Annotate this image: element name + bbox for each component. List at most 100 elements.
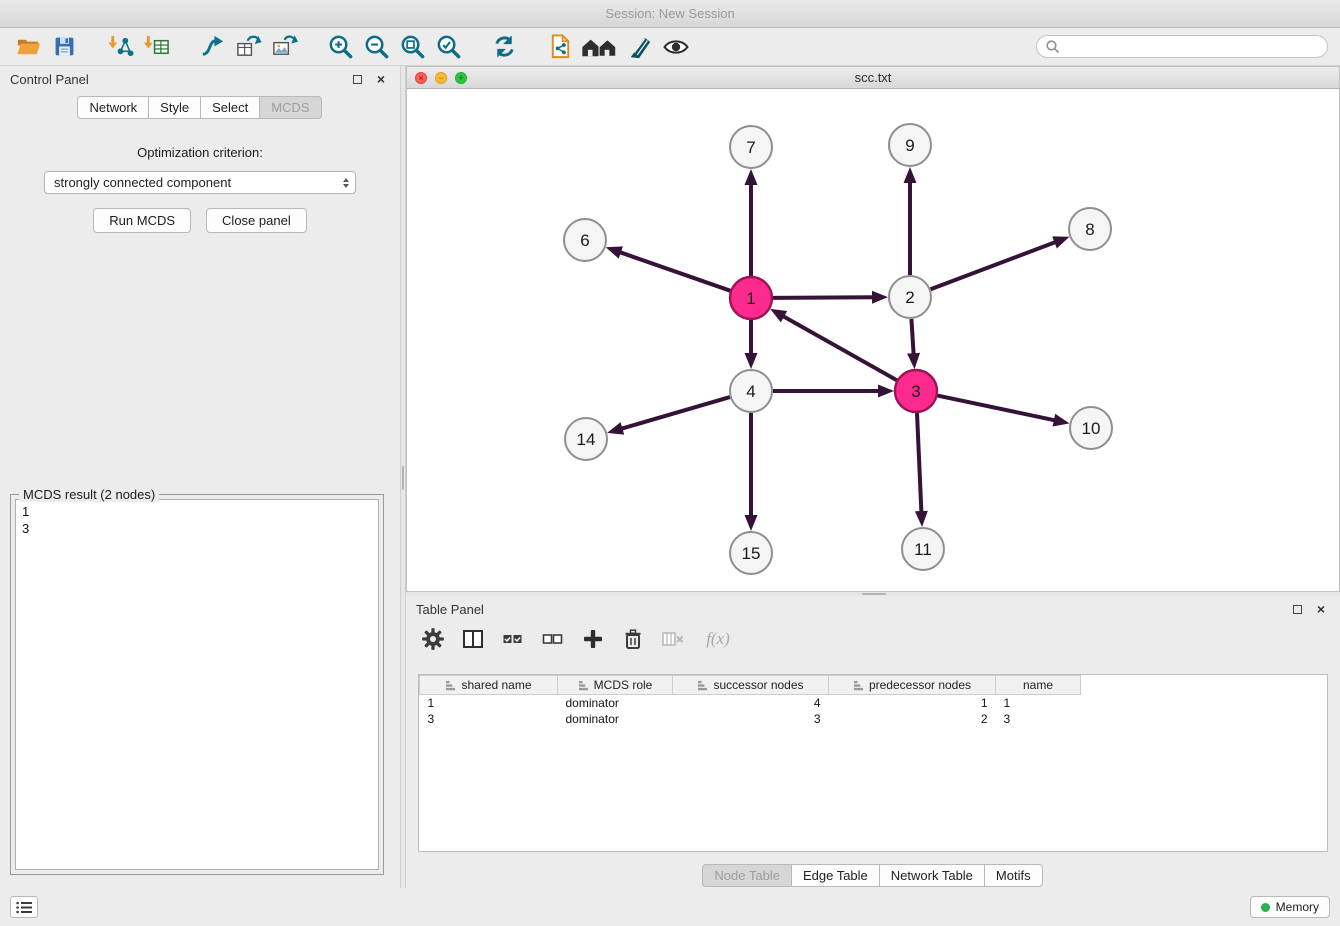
mcds-result-line: 3	[22, 520, 372, 537]
window-title: Session: New Session	[605, 6, 734, 21]
close-table-panel-button[interactable]: ×	[1312, 600, 1330, 618]
graph-node[interactable]: 10	[1070, 407, 1112, 449]
graph-edge[interactable]	[783, 316, 897, 380]
refresh-view-button[interactable]	[486, 31, 522, 63]
unselect-all-button[interactable]	[538, 624, 568, 654]
graph-node[interactable]: 3	[895, 370, 937, 412]
close-window-button[interactable]: ×	[415, 72, 427, 84]
zoom-in-button[interactable]	[322, 31, 358, 63]
graph-node[interactable]: 15	[730, 532, 772, 574]
import-network-button[interactable]	[102, 31, 138, 63]
open-file-button[interactable]	[10, 31, 46, 63]
select-all-button[interactable]	[498, 624, 528, 654]
show-hide-graphics-button[interactable]	[658, 31, 694, 63]
sort-icon	[697, 680, 708, 691]
table-panel-header: Table Panel ×	[406, 596, 1340, 622]
network-canvas[interactable]: 1 2 3 4 6 7 8 9 10 11 14 15	[407, 89, 1339, 591]
column-header-mcds-role[interactable]: MCDS role	[558, 676, 673, 695]
column-header-name[interactable]: name	[996, 676, 1081, 695]
graph-node[interactable]: 9	[889, 124, 931, 166]
delete-column-button[interactable]	[658, 624, 688, 654]
column-header-successor-nodes[interactable]: successor nodes	[673, 676, 829, 695]
graph-edge[interactable]	[620, 252, 730, 291]
tab-select[interactable]: Select	[200, 96, 260, 119]
table-settings-button[interactable]	[418, 624, 448, 654]
close-panel-button[interactable]: ×	[372, 70, 390, 88]
close-panel-action-button[interactable]: Close panel	[206, 208, 307, 233]
node-table-container[interactable]: shared name MCDS role	[418, 674, 1328, 852]
graph-edge[interactable]	[917, 413, 921, 512]
graph-node[interactable]: 6	[564, 219, 606, 261]
columns-icon	[462, 628, 484, 650]
unchecked-boxes-icon	[542, 628, 564, 650]
network-graph[interactable]: 1 2 3 4 6 7 8 9 10 11 14 15	[407, 89, 1339, 591]
optimization-criterion-select[interactable]: strongly connected component	[44, 171, 356, 194]
memory-button[interactable]: Memory	[1250, 896, 1330, 918]
graph-edge[interactable]	[911, 319, 913, 354]
column-header-shared-name[interactable]: shared name	[420, 676, 558, 695]
network-from-arrows-button[interactable]	[194, 31, 230, 63]
svg-text:11: 11	[914, 540, 932, 559]
splitter-grip	[862, 593, 886, 595]
tab-mcds[interactable]: MCDS	[259, 96, 321, 119]
export-image-button[interactable]	[266, 31, 302, 63]
network-view-window: × − + scc.txt 1 2 3 4 6 7 8 9 10 11 14 15	[406, 66, 1340, 592]
maximize-window-button[interactable]: +	[455, 72, 467, 84]
control-panel-tabs: Network Style Select MCDS	[0, 96, 400, 119]
tab-network[interactable]: Network	[77, 96, 149, 119]
show-columns-button[interactable]	[458, 624, 488, 654]
main-toolbar	[0, 28, 1340, 66]
trash-icon	[622, 628, 644, 650]
graph-edge[interactable]	[938, 396, 1055, 421]
clone-network-button[interactable]	[230, 31, 266, 63]
tab-edge-table[interactable]: Edge Table	[791, 864, 880, 887]
task-history-button[interactable]	[10, 896, 38, 918]
svg-text:8: 8	[1085, 220, 1094, 239]
table-row[interactable]: 1dominator411	[420, 695, 1081, 712]
graph-node[interactable]: 2	[889, 276, 931, 318]
svg-text:15: 15	[742, 544, 761, 563]
tab-network-table[interactable]: Network Table	[879, 864, 985, 887]
export-network-button[interactable]	[542, 31, 578, 63]
list-icon	[16, 901, 32, 914]
graph-node[interactable]: 14	[565, 418, 607, 460]
save-session-button[interactable]	[46, 31, 82, 63]
tab-motifs[interactable]: Motifs	[984, 864, 1043, 887]
float-table-panel-button[interactable]	[1288, 600, 1306, 618]
add-column-button[interactable]	[578, 624, 608, 654]
import-table-button[interactable]	[138, 31, 174, 63]
zoom-selected-icon	[435, 33, 462, 60]
network-view-titlebar[interactable]: × − + scc.txt	[407, 67, 1339, 89]
graph-edge[interactable]	[931, 242, 1056, 289]
save-icon	[52, 34, 77, 59]
graph-edge[interactable]	[622, 397, 730, 429]
run-mcds-button[interactable]: Run MCDS	[93, 208, 191, 233]
graph-node[interactable]: 7	[730, 126, 772, 168]
search-field[interactable]	[1036, 35, 1328, 58]
tab-node-table[interactable]: Node Table	[702, 864, 792, 887]
table-row[interactable]: 3dominator323	[420, 711, 1081, 727]
checked-boxes-icon	[502, 628, 524, 650]
graph-node[interactable]: 8	[1069, 208, 1111, 250]
home-views-button[interactable]	[578, 31, 622, 63]
function-builder-button[interactable]: f(x)	[698, 624, 738, 654]
table-tabs: Node Table Edge Table Network Table Moti…	[406, 864, 1340, 887]
minimize-window-button[interactable]: −	[435, 72, 447, 84]
titlebar[interactable]: Session: New Session	[0, 0, 1340, 28]
graph-node[interactable]: 11	[902, 528, 944, 570]
graph-edge[interactable]	[773, 297, 873, 298]
zoom-selected-button[interactable]	[430, 31, 466, 63]
apply-style-button[interactable]	[622, 31, 658, 63]
search-input[interactable]	[1060, 40, 1319, 54]
memory-label: Memory	[1276, 900, 1319, 914]
float-panel-button[interactable]	[348, 70, 366, 88]
column-header-predecessor-nodes[interactable]: predecessor nodes	[829, 676, 996, 695]
graph-node[interactable]: 1	[730, 277, 772, 319]
graph-node[interactable]: 4	[730, 370, 772, 412]
zoom-fit-button[interactable]	[394, 31, 430, 63]
delete-row-button[interactable]	[618, 624, 648, 654]
zoom-out-button[interactable]	[358, 31, 394, 63]
svg-text:6: 6	[580, 231, 589, 250]
mcds-result-list[interactable]: 1 3	[15, 499, 379, 870]
tab-style[interactable]: Style	[148, 96, 201, 119]
